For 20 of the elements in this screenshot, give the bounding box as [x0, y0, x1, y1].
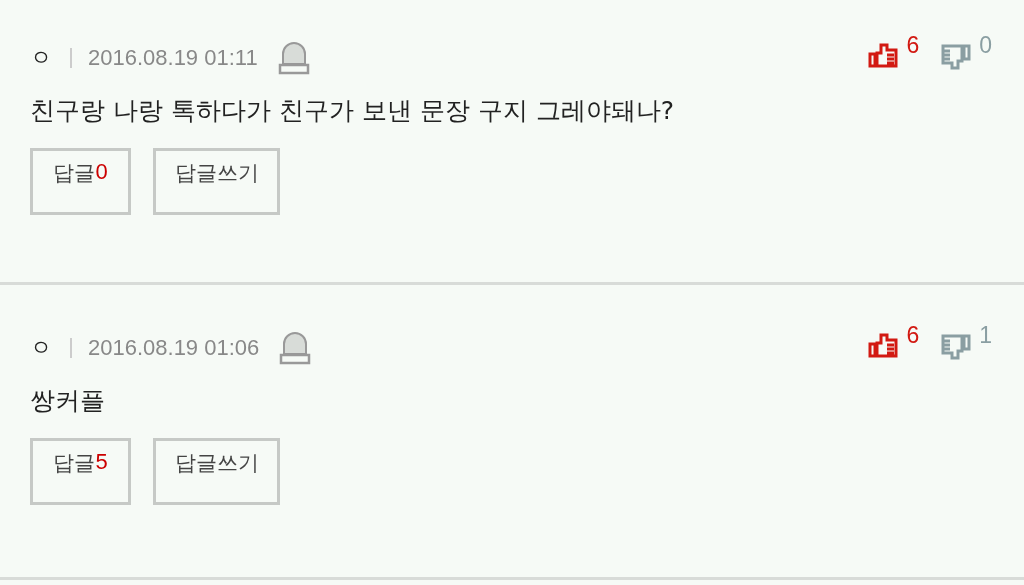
write-reply-button[interactable]: 답글쓰기 — [153, 148, 280, 215]
author-name: ㅇ — [30, 44, 52, 72]
thumbs-down-icon[interactable] — [941, 332, 972, 360]
comment-date: 2016.08.19 01:11 — [88, 45, 258, 71]
report-icon[interactable] — [279, 330, 312, 366]
dislike-count: 0 — [979, 32, 992, 59]
comment-text: 친구랑 나랑 톡하다가 친구가 보낸 문장 구지 그레야돼나? — [30, 95, 675, 127]
replies-button[interactable]: 답글0 — [30, 148, 131, 215]
author-name: ㅇ — [30, 334, 52, 362]
replies-button[interactable]: 답글5 — [30, 438, 131, 505]
thumbs-up-icon[interactable] — [868, 332, 899, 360]
thumbs-down-icon[interactable] — [941, 42, 972, 70]
dislike-count: 1 — [979, 322, 992, 349]
report-icon[interactable] — [277, 40, 310, 76]
comment-text: 쌍커플 — [30, 385, 106, 417]
thumbs-up-icon[interactable] — [868, 42, 899, 70]
like-count: 6 — [906, 32, 920, 59]
like-count: 6 — [906, 322, 920, 349]
comment-date: 2016.08.19 01:06 — [88, 335, 260, 361]
write-reply-button[interactable]: 답글쓰기 — [153, 438, 280, 505]
